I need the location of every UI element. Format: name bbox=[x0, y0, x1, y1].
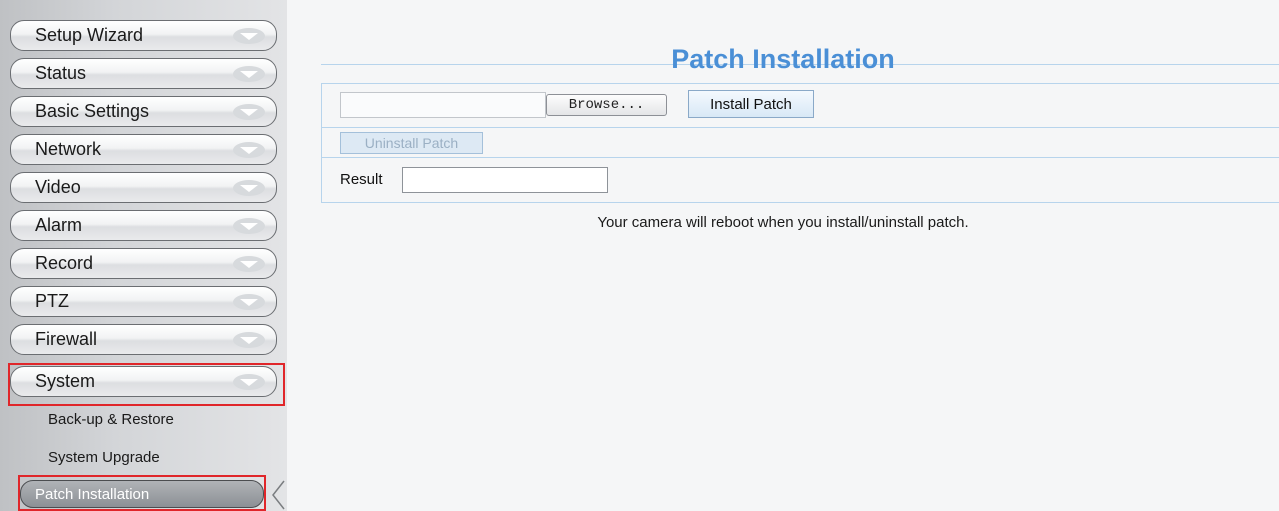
chevron-down-icon bbox=[233, 104, 265, 120]
chevron-down-icon bbox=[233, 332, 265, 348]
patch-highlight-box bbox=[18, 475, 266, 511]
menu-firewall[interactable]: Firewall bbox=[10, 324, 277, 355]
menu-label: Video bbox=[35, 177, 81, 197]
menu-label: Setup Wizard bbox=[35, 25, 144, 45]
uninstall-patch-button: Uninstall Patch bbox=[340, 132, 483, 154]
install-row: Browse... Install Patch bbox=[322, 84, 1279, 128]
menu-record[interactable]: Record bbox=[10, 248, 277, 279]
main-content: Patch Installation Browse... Install Pat… bbox=[287, 0, 1279, 511]
menu-label: Status bbox=[35, 63, 87, 83]
result-label: Result bbox=[340, 171, 383, 188]
chevron-down-icon bbox=[233, 294, 265, 310]
system-highlight-box bbox=[8, 363, 285, 406]
install-patch-button[interactable]: Install Patch bbox=[688, 90, 814, 118]
menu-alarm[interactable]: Alarm bbox=[10, 210, 277, 241]
chevron-down-icon bbox=[233, 28, 265, 44]
menu-label: PTZ bbox=[35, 291, 69, 311]
sidebar: Setup Wizard Status Basic Settings Netwo… bbox=[0, 0, 287, 511]
uninstall-row: Uninstall Patch bbox=[322, 128, 1279, 158]
menu-setup-wizard[interactable]: Setup Wizard bbox=[10, 20, 277, 51]
menu-video[interactable]: Video bbox=[10, 172, 277, 203]
page-title: Patch Installation bbox=[671, 44, 895, 74]
browse-button[interactable]: Browse... bbox=[546, 94, 667, 116]
result-row: Result bbox=[322, 158, 1279, 204]
menu-label: Basic Settings bbox=[35, 101, 150, 121]
result-field bbox=[402, 167, 608, 193]
menu-ptz[interactable]: PTZ bbox=[10, 286, 277, 317]
submenu-system-upgrade[interactable]: System Upgrade bbox=[48, 449, 160, 466]
file-path-field[interactable] bbox=[340, 92, 546, 118]
menu-status[interactable]: Status bbox=[10, 58, 277, 89]
reboot-note: Your camera will reboot when you install… bbox=[597, 214, 969, 231]
patch-panel: Browse... Install Patch Uninstall Patch … bbox=[321, 83, 1279, 203]
chevron-down-icon bbox=[233, 142, 265, 158]
menu-label: Network bbox=[35, 139, 102, 159]
chevron-down-icon bbox=[233, 256, 265, 272]
menu-label: Alarm bbox=[35, 215, 83, 235]
menu-label: Firewall bbox=[35, 329, 98, 349]
menu-basic-settings[interactable]: Basic Settings bbox=[10, 96, 277, 127]
submenu-backup-restore[interactable]: Back-up & Restore bbox=[48, 411, 174, 428]
chevron-down-icon bbox=[233, 66, 265, 82]
collapse-handle-icon[interactable] bbox=[270, 479, 288, 511]
menu-network[interactable]: Network bbox=[10, 134, 277, 165]
chevron-down-icon bbox=[233, 180, 265, 196]
menu-label: Record bbox=[35, 253, 94, 273]
chevron-down-icon bbox=[233, 218, 265, 234]
